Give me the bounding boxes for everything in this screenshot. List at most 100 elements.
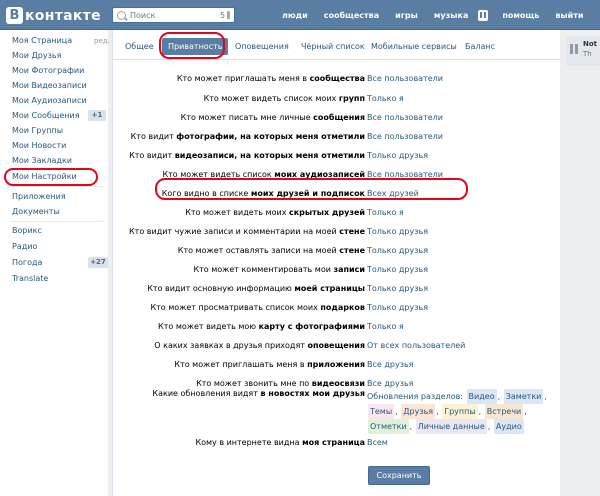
setting-value[interactable]: Все пользователи: [367, 132, 443, 141]
sidebar-item-videos[interactable]: Мои Видеозаписи: [12, 81, 87, 90]
settings-row: Кто видит фотографии, на которых меня от…: [113, 129, 561, 147]
news-tag[interactable]: Заметки: [503, 389, 544, 404]
nav-games[interactable]: игры: [395, 11, 418, 20]
pause-icon[interactable]: [478, 9, 489, 21]
setting-label: Кто видит основную информацию моей стран…: [147, 284, 365, 293]
setting-label: Кто может видеть мою карту с фотографиям…: [158, 322, 365, 331]
sidebar-item-photos[interactable]: Мои Фотографии: [12, 66, 84, 75]
setting-value[interactable]: Все пользователи: [367, 74, 443, 83]
sidebar-item-messages[interactable]: Мои Сообщения: [12, 111, 80, 120]
setting-label: Кто может приглашать меня в приложения: [174, 360, 365, 369]
setting-label: Какие обновления видят в новостях мои др…: [152, 389, 365, 398]
top-nav: люди сообщества игры музыка помощь выйти: [282, 0, 599, 30]
setting-label: Кто может оставлять записи на моей стене: [177, 246, 365, 255]
tab-blacklist[interactable]: Чёрный список: [301, 38, 365, 55]
tab-privacy[interactable]: Приватность: [162, 38, 229, 55]
setting-label: Кто может видеть список моих групп: [203, 94, 365, 103]
sidebar-item-weather[interactable]: Погода: [12, 258, 42, 267]
setting-value[interactable]: Только друзья: [367, 151, 428, 160]
sidebar-item-audio[interactable]: Мои Аудиозаписи: [12, 96, 87, 105]
save-button[interactable]: Сохранить: [368, 466, 430, 485]
tab-notifications[interactable]: Оповещения: [235, 38, 289, 55]
widget-subtitle: Th: [583, 50, 592, 58]
nav-music[interactable]: музыка: [434, 11, 468, 20]
setting-label: Кто может видеть список моих аудиозаписе…: [162, 170, 365, 179]
setting-label: Кто видит чужие записи и комментарии на …: [129, 227, 365, 236]
settings-row: Кто может оставлять записи на моей стене…: [113, 243, 561, 261]
sidebar-item-settings[interactable]: Мои Настройки: [12, 172, 77, 181]
sidebar-item-news[interactable]: Мои Новости: [12, 141, 66, 150]
setting-value[interactable]: Всем: [367, 438, 388, 447]
setting-value[interactable]: От всех пользователей: [367, 341, 465, 350]
setting-value[interactable]: Только друзья: [367, 265, 428, 274]
messages-badge[interactable]: +1: [88, 110, 106, 121]
search-box[interactable]: 5: [112, 7, 235, 23]
setting-value[interactable]: Только друзья: [367, 284, 428, 293]
news-tag[interactable]: Темы: [368, 404, 395, 419]
tab-balance[interactable]: Баланс: [465, 38, 495, 55]
setting-label: Кто может просматривать список моих пода…: [150, 303, 365, 312]
settings-panel: Общее Приватность Оповещения Чёрный спис…: [112, 30, 561, 496]
setting-value[interactable]: Только я: [367, 322, 404, 331]
tab-mobile-services[interactable]: Мобильные сервисы: [371, 38, 457, 55]
sidebar-item-groups[interactable]: Мои Группы: [12, 126, 63, 135]
setting-label: Кто может писать мне личные сообщения: [180, 113, 365, 122]
setting-value[interactable]: Все друзья: [367, 360, 413, 369]
sidebar-item-bookmarks[interactable]: Мои Закладки: [12, 156, 72, 165]
nav-people[interactable]: люди: [282, 11, 308, 20]
search-people-count: 5: [220, 10, 226, 20]
news-tag[interactable]: Группы: [442, 404, 478, 419]
sidebar-item-vorix[interactable]: Ворикс: [12, 226, 42, 235]
news-tag[interactable]: Видео: [466, 389, 497, 404]
setting-value[interactable]: Только друзья: [367, 227, 428, 236]
setting-value[interactable]: Только друзья: [367, 246, 428, 255]
setting-value[interactable]: Только я: [367, 94, 404, 103]
settings-row: Кто видит основную информацию моей стран…: [113, 281, 561, 299]
sidebar-item-friends[interactable]: Мои Друзья: [12, 51, 61, 60]
sidebar-divider: [10, 221, 103, 222]
settings-row-internet: Кому в интернете видна моя страница Всем: [113, 435, 561, 453]
news-updates-value[interactable]: Обновления разделов: Видео, Заметки, Тем…: [367, 389, 557, 434]
settings-row: Кто может видеть моих скрытых друзей Толь…: [113, 205, 561, 223]
edit-link[interactable]: ред.: [94, 37, 110, 45]
audio-player-widget[interactable]: Not Th: [566, 36, 600, 66]
setting-value[interactable]: Только я: [367, 208, 404, 217]
settings-row: Кто видит чужие записи и комментарии на …: [113, 224, 561, 242]
nav-logout[interactable]: выйти: [555, 11, 583, 20]
setting-label: Кто может приглашать меня в сообщества: [176, 74, 365, 83]
news-tag[interactable]: Встречи: [484, 404, 524, 419]
sidebar-item-radio[interactable]: Радио: [12, 242, 37, 251]
sidebar-item-apps[interactable]: Приложения: [12, 192, 66, 201]
setting-label: Кто может видеть моих скрытых друзей: [185, 208, 365, 217]
settings-tabs: Общее Приватность Оповещения Чёрный спис…: [113, 30, 561, 60]
setting-value[interactable]: Всех друзей: [367, 189, 419, 198]
setting-label: О каких заявках в друзья приходят оповещ…: [154, 341, 365, 350]
setting-label: Кто может комментировать мои записи: [193, 265, 365, 274]
vk-logo[interactable]: B контакте: [6, 7, 101, 24]
news-tag[interactable]: Личные данные: [415, 419, 487, 434]
setting-label: Кто видит фотографии, на которых меня от…: [130, 132, 365, 141]
vk-logo-icon: B: [6, 7, 23, 24]
tab-general[interactable]: Общее: [125, 38, 154, 55]
setting-value[interactable]: Все пользователи: [367, 170, 443, 179]
sidebar-item-my-page[interactable]: Моя Страница: [12, 36, 72, 45]
settings-row: О каких заявках в друзья приходят оповещ…: [113, 338, 561, 356]
setting-value[interactable]: Только друзья: [367, 303, 428, 312]
pause-icon[interactable]: [570, 44, 578, 54]
right-column: [560, 30, 600, 496]
news-tag[interactable]: Отметки: [368, 419, 409, 434]
setting-value[interactable]: Все пользователи: [367, 113, 443, 122]
sidebar-item-documents[interactable]: Документы: [12, 207, 60, 216]
search-input[interactable]: [130, 10, 220, 20]
sidebar-item-translate[interactable]: Translate: [12, 274, 48, 283]
news-tag[interactable]: Аудио: [493, 419, 524, 434]
news-updates-label: Обновления разделов:: [367, 392, 463, 401]
nav-communities[interactable]: сообщества: [324, 11, 379, 20]
nav-help[interactable]: помощь: [502, 11, 539, 20]
weather-badge[interactable]: +27: [88, 257, 108, 268]
settings-row: Кто может просматривать список моих пода…: [113, 300, 561, 318]
settings-row: Кого видно в списке моих друзей и подпис…: [113, 186, 561, 204]
top-header: B контакте 5 люди сообщества игры музыка…: [0, 0, 600, 30]
widget-title: Not: [583, 40, 598, 48]
news-tag[interactable]: Друзья: [401, 404, 436, 419]
